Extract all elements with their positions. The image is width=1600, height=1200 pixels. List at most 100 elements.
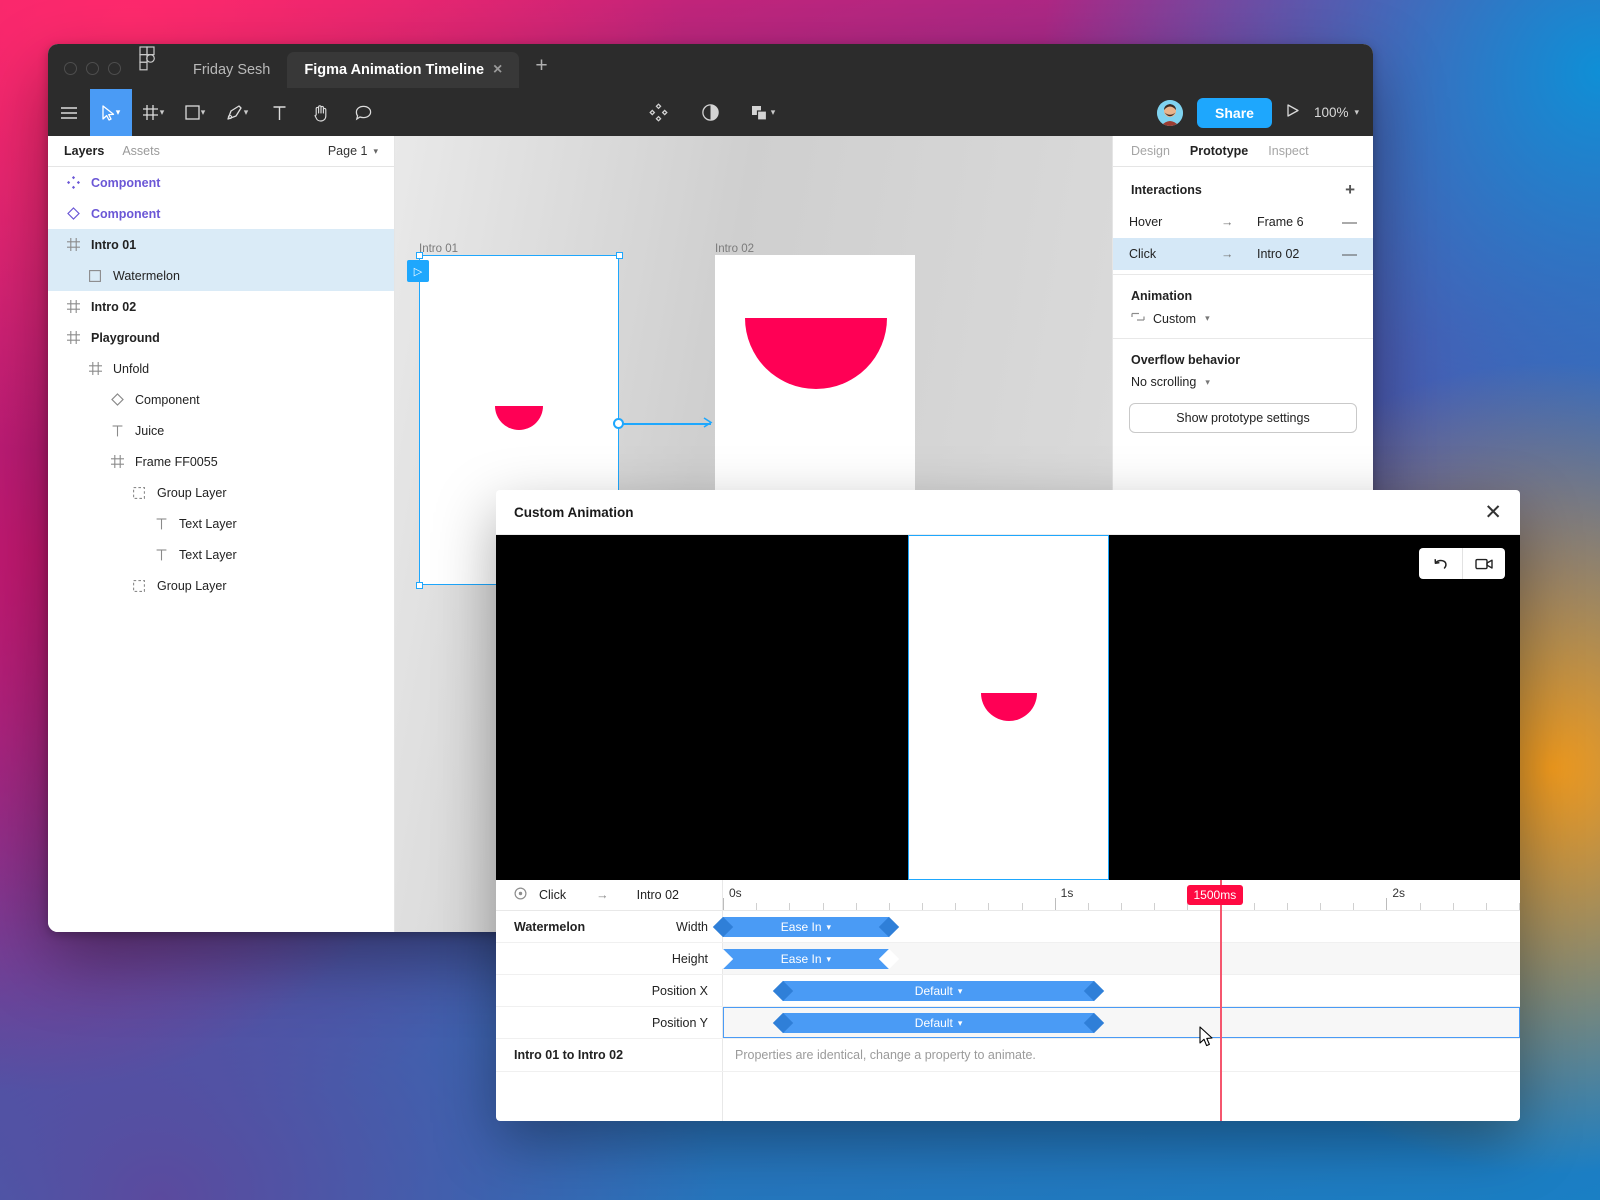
layer-label: Frame FF0055	[135, 455, 218, 469]
timeline-track-row[interactable]: WatermelonWidthEase In▾	[496, 911, 1520, 943]
mask-icon[interactable]	[690, 89, 732, 137]
track-lane[interactable]: Ease In▾	[723, 943, 1520, 974]
playhead-line[interactable]	[1220, 880, 1222, 1121]
animation-type-dropdown[interactable]: Custom ▾	[1113, 311, 1373, 326]
remove-interaction-button[interactable]: —	[1342, 246, 1357, 263]
components-icon[interactable]	[638, 89, 680, 137]
chevron-down-icon[interactable]: ▾	[827, 922, 832, 933]
move-tool-icon[interactable]: ▾	[90, 89, 132, 137]
chevron-down-icon[interactable]: ▾	[958, 1018, 963, 1029]
frame-tool-icon[interactable]: ▾	[132, 89, 174, 137]
minimize-window-dot[interactable]	[86, 62, 99, 75]
interaction-row-click[interactable]: Click → Intro 02 —	[1113, 238, 1373, 270]
timeline-track-row[interactable]: Position YDefault▾	[496, 1007, 1520, 1039]
ruler-minor-tick	[1254, 903, 1255, 910]
chevron-down-icon[interactable]: ▾	[201, 107, 206, 118]
chevron-down-icon[interactable]: ▾	[958, 986, 963, 997]
close-window-dot[interactable]	[64, 62, 77, 75]
tab-design[interactable]: Design	[1131, 144, 1170, 158]
timeline-ruler[interactable]: 0s1s2s	[723, 880, 1520, 910]
page-selector[interactable]: Page 1 ▾	[328, 144, 378, 158]
layer-row[interactable]: Intro 01	[48, 229, 394, 260]
show-prototype-settings-button[interactable]: Show prototype settings	[1129, 403, 1357, 433]
resize-handle-tl[interactable]	[416, 252, 423, 259]
frame-label-intro-02[interactable]: Intro 02	[715, 243, 754, 255]
tab-figma-animation-timeline[interactable]: Figma Animation Timeline ×	[287, 52, 519, 88]
hamburger-menu-icon[interactable]	[48, 89, 90, 137]
empty-label-cell	[496, 1072, 723, 1121]
layer-label: Component	[91, 176, 160, 190]
animation-curve-icon	[1131, 311, 1145, 326]
timeline-track-row[interactable]: Position XDefault▾	[496, 975, 1520, 1007]
resize-handle-bl[interactable]	[416, 582, 423, 589]
layer-row[interactable]: Group Layer	[48, 570, 394, 601]
playhead-badge[interactable]: 1500ms	[1187, 885, 1244, 905]
toolbar-center-group: ▾	[638, 89, 784, 137]
boolean-ops-icon[interactable]: ▾	[742, 89, 784, 137]
layer-row[interactable]: Text Layer	[48, 508, 394, 539]
resize-handle-tr[interactable]	[616, 252, 623, 259]
chevron-down-icon[interactable]: ▾	[373, 146, 378, 157]
track-bar[interactable]: Ease In▾	[723, 949, 889, 969]
overflow-header: Overflow behavior	[1113, 353, 1373, 375]
track-bar[interactable]: Default▾	[783, 981, 1095, 1001]
chevron-down-icon[interactable]: ▾	[160, 107, 165, 118]
share-button[interactable]: Share	[1197, 98, 1272, 128]
tab-inspect[interactable]: Inspect	[1268, 144, 1308, 158]
overflow-dropdown[interactable]: No scrolling ▾	[1113, 375, 1373, 389]
layer-row[interactable]: Group Layer	[48, 477, 394, 508]
prototype-flow-start-icon[interactable]: ▷	[407, 260, 429, 282]
window-controls[interactable]	[48, 62, 135, 88]
tab-assets[interactable]: Assets	[122, 144, 160, 158]
animation-preview[interactable]	[496, 535, 1520, 880]
add-interaction-button[interactable]: +	[1345, 181, 1355, 198]
chevron-down-icon[interactable]: ▾	[244, 107, 249, 118]
shape-tool-icon[interactable]: ▾	[174, 89, 216, 137]
tab-friday-sesh[interactable]: Friday Sesh	[176, 52, 287, 88]
track-lane[interactable]: Default▾	[723, 975, 1520, 1006]
layer-row[interactable]: Watermelon	[48, 260, 394, 291]
chevron-down-icon[interactable]: ▾	[771, 107, 776, 118]
layer-row[interactable]: Component	[48, 384, 394, 415]
timeline-track-row[interactable]: HeightEase In▾	[496, 943, 1520, 975]
undo-icon[interactable]	[1419, 548, 1462, 579]
track-bar[interactable]: Ease In▾	[723, 917, 889, 937]
remove-interaction-button[interactable]: —	[1342, 214, 1357, 231]
maximize-window-dot[interactable]	[108, 62, 121, 75]
frame-label-intro-01[interactable]: Intro 01	[419, 243, 458, 255]
layer-row[interactable]: Playground	[48, 322, 394, 353]
close-tab-icon[interactable]: ×	[493, 62, 502, 78]
track-bar[interactable]: Default▾	[783, 1013, 1095, 1033]
chevron-down-icon[interactable]: ▾	[1205, 313, 1210, 324]
tab-layers[interactable]: Layers	[64, 144, 104, 158]
animation-title: Animation	[1131, 289, 1192, 303]
comment-tool-icon[interactable]	[342, 89, 384, 137]
layer-row[interactable]: Component	[48, 198, 394, 229]
layer-row[interactable]: Intro 02	[48, 291, 394, 322]
layer-row[interactable]: Unfold	[48, 353, 394, 384]
tab-prototype[interactable]: Prototype	[1190, 144, 1248, 158]
layer-label: Group Layer	[157, 486, 226, 500]
layer-label: Juice	[135, 424, 164, 438]
pen-tool-icon[interactable]: ▾	[216, 89, 258, 137]
chevron-down-icon[interactable]: ▾	[827, 954, 832, 965]
present-play-icon[interactable]	[1286, 103, 1300, 123]
chevron-down-icon[interactable]: ▾	[1205, 377, 1210, 388]
track-lane[interactable]: Ease In▾	[723, 911, 1520, 942]
close-icon[interactable]: ✕	[1484, 502, 1502, 523]
track-lane[interactable]: Default▾	[723, 1007, 1520, 1038]
layer-row[interactable]: Text Layer	[48, 539, 394, 570]
layer-row[interactable]: Frame FF0055	[48, 446, 394, 477]
chevron-down-icon[interactable]: ▾	[116, 107, 121, 118]
interaction-target: Intro 02	[1257, 247, 1342, 261]
new-tab-button[interactable]: +	[519, 55, 563, 88]
interaction-row-hover[interactable]: Hover → Frame 6 —	[1113, 206, 1373, 238]
zoom-level-dropdown[interactable]: 100% ▾	[1314, 105, 1359, 120]
chevron-down-icon[interactable]: ▾	[1354, 107, 1359, 118]
record-video-icon[interactable]	[1462, 548, 1505, 579]
avatar[interactable]	[1157, 100, 1183, 126]
layer-row[interactable]: Component	[48, 167, 394, 198]
hand-tool-icon[interactable]	[300, 89, 342, 137]
text-tool-icon[interactable]	[258, 89, 300, 137]
layer-row[interactable]: Juice	[48, 415, 394, 446]
